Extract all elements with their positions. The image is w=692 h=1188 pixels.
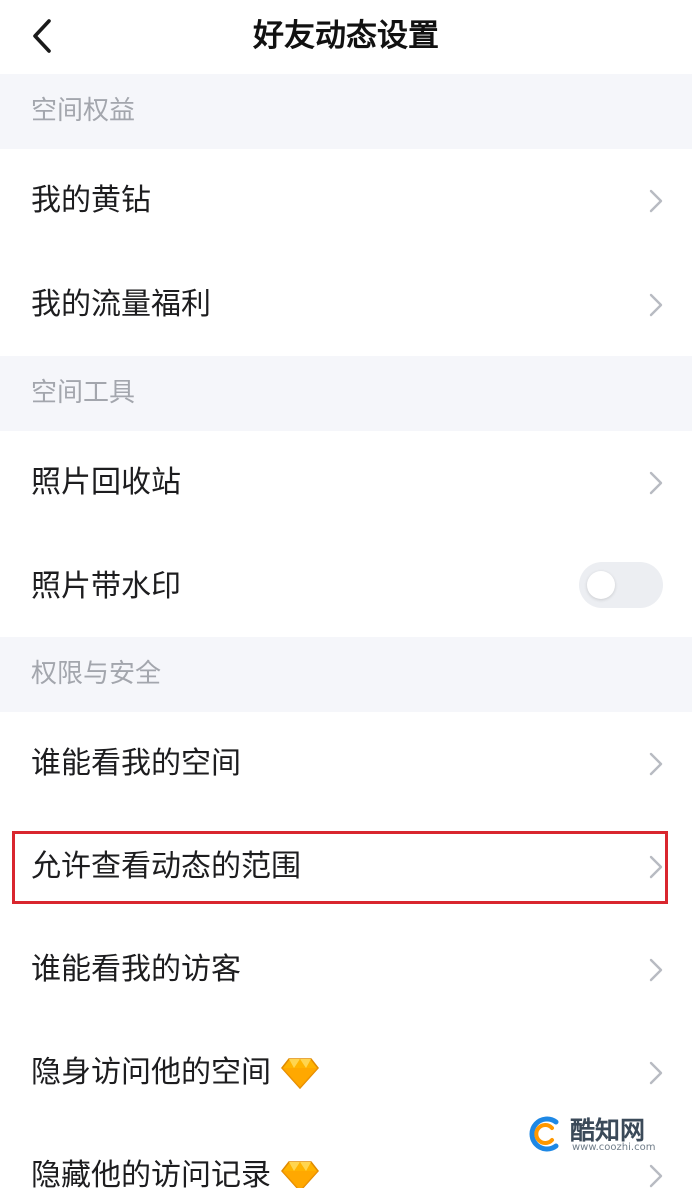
row-label: 隐身访问他的空间 bbox=[31, 1055, 271, 1090]
row-label: 谁能看我的访客 bbox=[31, 952, 241, 987]
row-label: 照片回收站 bbox=[31, 465, 181, 500]
row-my-traffic-benefits[interactable]: 我的流量福利 bbox=[0, 253, 692, 357]
section-title: 空间工具 bbox=[31, 378, 136, 408]
row-who-can-see-my-visitors[interactable]: 谁能看我的访客 bbox=[0, 918, 692, 1022]
header-bar: 好友动态设置 bbox=[0, 0, 692, 74]
watermark: 酷知网 www.coozhi.com bbox=[526, 1108, 676, 1158]
page-title: 好友动态设置 bbox=[253, 18, 439, 54]
row-label-with-badge: 隐藏他的访问记录 bbox=[31, 1124, 319, 1188]
row-who-can-see-my-space[interactable]: 谁能看我的空间 bbox=[0, 712, 692, 816]
chevron-right-icon bbox=[649, 752, 663, 776]
chevron-right-icon bbox=[649, 1164, 663, 1188]
row-label: 照片带水印 bbox=[31, 569, 181, 604]
row-label: 隐藏他的访问记录 bbox=[31, 1158, 271, 1188]
settings-page: 好友动态设置 空间权益 我的黄钻 我的流量福利 空间工具 照片回收站 照片带水印… bbox=[0, 0, 692, 1188]
section-header-space-tools: 空间工具 bbox=[0, 356, 692, 431]
chevron-right-icon bbox=[649, 1061, 663, 1085]
section-header-permissions-security: 权限与安全 bbox=[0, 637, 692, 712]
coozhi-logo-icon bbox=[529, 1116, 559, 1152]
section-title: 权限与安全 bbox=[31, 659, 162, 689]
chevron-right-icon bbox=[649, 189, 663, 213]
row-label-with-badge: 隐身访问他的空间 bbox=[31, 1021, 319, 1125]
highlight-annotation-box bbox=[12, 831, 668, 904]
watermark-url: www.coozhi.com bbox=[572, 1142, 656, 1153]
watermark-toggle[interactable] bbox=[579, 562, 663, 608]
toggle-knob bbox=[587, 571, 615, 599]
diamond-icon bbox=[281, 1058, 319, 1089]
section-header-space-benefits: 空间权益 bbox=[0, 74, 692, 149]
diamond-icon bbox=[281, 1161, 319, 1188]
row-photo-recycle-bin[interactable]: 照片回收站 bbox=[0, 431, 692, 535]
chevron-right-icon bbox=[649, 471, 663, 495]
section-title: 空间权益 bbox=[31, 96, 136, 126]
chevron-right-icon bbox=[649, 293, 663, 317]
row-label: 我的黄钻 bbox=[31, 183, 151, 218]
chevron-right-icon bbox=[649, 958, 663, 982]
row-label: 谁能看我的空间 bbox=[31, 746, 241, 781]
row-label: 我的流量福利 bbox=[31, 287, 211, 322]
row-my-yellow-diamond[interactable]: 我的黄钻 bbox=[0, 149, 692, 253]
